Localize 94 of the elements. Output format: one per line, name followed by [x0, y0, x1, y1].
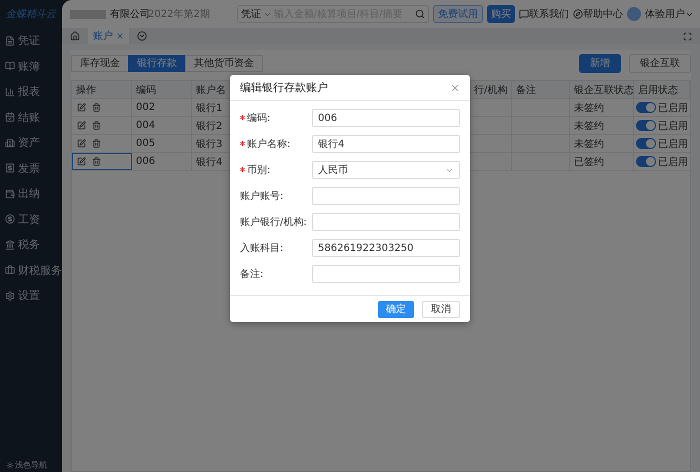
input-field[interactable]: [312, 187, 460, 205]
page-tab[interactable]: 账户: [88, 28, 129, 44]
redacted-block: [70, 10, 106, 18]
input-field[interactable]: 006: [312, 109, 460, 127]
table-cell: 004: [132, 117, 192, 134]
avatar-icon: [627, 7, 641, 21]
bank-link-button[interactable]: 银企互联: [629, 54, 691, 72]
period-label: 2022年第2期: [148, 8, 210, 21]
nav-icon: [5, 36, 15, 46]
sidebar-item[interactable]: 工资: [0, 206, 62, 232]
delete-icon[interactable]: [92, 139, 101, 148]
field-label: 账户银行/机构:: [240, 216, 307, 229]
toggle-switch[interactable]: [636, 102, 656, 113]
field-label: 账户账号:: [240, 190, 284, 203]
table-cell: 未签约: [570, 117, 634, 134]
home-icon[interactable]: [70, 31, 80, 41]
sub-tab[interactable]: 库存现金: [71, 54, 129, 72]
cancel-button[interactable]: 取消: [422, 300, 460, 318]
required-icon: [240, 115, 245, 120]
nav-icon: [5, 214, 15, 224]
switch-label: 已启用: [658, 102, 688, 114]
sidebar-item[interactable]: 结账: [0, 104, 62, 130]
toggle-switch[interactable]: [636, 120, 656, 131]
input-field[interactable]: 586261922303250: [312, 239, 460, 257]
buy-button[interactable]: 购买: [487, 5, 515, 23]
compass-icon: [573, 9, 583, 19]
table-cell: 未签约: [570, 99, 634, 116]
nav-icon: [5, 188, 15, 199]
logo-text: 金蝶精斗云: [5, 8, 58, 22]
input-field[interactable]: [312, 213, 460, 231]
sub-tab[interactable]: 银行存款: [128, 54, 186, 72]
column-header: 编码: [132, 81, 192, 98]
table-cell: 005: [132, 135, 192, 152]
contact-link[interactable]: 联系我们: [529, 7, 569, 21]
theme-toggle[interactable]: 浅色导航: [0, 459, 50, 471]
fullscreen-icon[interactable]: [683, 32, 692, 40]
nav-icon: [5, 163, 15, 174]
search-type-select[interactable]: 凭证: [241, 7, 261, 21]
switch-label: 已启用: [658, 138, 688, 150]
sidebar-item[interactable]: 资产: [0, 130, 62, 156]
toggle-switch[interactable]: [636, 156, 656, 167]
edit-icon[interactable]: [77, 121, 86, 130]
sidebar-item[interactable]: 税务: [0, 232, 62, 258]
nav-icon: [5, 290, 15, 301]
sidebar-item[interactable]: 出纳: [0, 181, 62, 206]
column-header: 银企互联状态: [570, 81, 634, 98]
switch-label: 已启用: [658, 120, 688, 132]
trial-button[interactable]: 免费试用: [433, 5, 483, 23]
input-field[interactable]: 银行4: [312, 135, 460, 153]
sidebar-item[interactable]: 报表: [0, 79, 62, 104]
close-icon[interactable]: [116, 32, 124, 40]
nav-icon: [5, 265, 15, 276]
circle-chevron-icon[interactable]: [137, 31, 147, 41]
sidebar-item[interactable]: 发票: [0, 156, 62, 181]
table-cell: 006: [132, 153, 192, 170]
search-icon[interactable]: [415, 9, 425, 19]
nav-icon: [5, 138, 15, 148]
input-field[interactable]: [312, 265, 460, 283]
field-label: 备注:: [240, 268, 264, 281]
edit-icon[interactable]: [77, 103, 86, 112]
required-icon: [240, 141, 245, 146]
column-header: 操作: [72, 81, 132, 98]
sub-tab[interactable]: 其他货币资金: [185, 54, 263, 72]
column-header: 启用状态: [634, 81, 690, 98]
help-link[interactable]: 帮助中心: [583, 7, 623, 21]
sidebar-item[interactable]: 凭证: [0, 28, 62, 54]
user-menu[interactable]: 体验用户: [645, 7, 685, 21]
delete-icon[interactable]: [92, 103, 101, 112]
table-cell: 已签约: [570, 153, 634, 170]
message-icon: [519, 9, 529, 19]
company-name: 有限公司: [110, 8, 150, 21]
column-header: 备注: [512, 81, 570, 98]
nav-icon: [5, 240, 15, 250]
table-cell: 未签约: [570, 135, 634, 152]
close-icon[interactable]: [450, 82, 460, 92]
nav-icon: [5, 61, 15, 72]
nav-icon: [5, 112, 15, 122]
edit-icon[interactable]: [77, 157, 86, 166]
switch-label: 已启用: [658, 156, 688, 168]
table-cell: 002: [132, 99, 192, 116]
currency-select[interactable]: 人民币: [312, 161, 460, 179]
delete-icon[interactable]: [92, 121, 101, 130]
required-icon: [240, 167, 245, 172]
add-button[interactable]: 新增: [579, 54, 621, 72]
nav-icon: [5, 86, 15, 97]
edit-icon[interactable]: [77, 139, 86, 148]
sun-icon: [6, 461, 14, 469]
field-label: 入账科目:: [240, 242, 284, 255]
delete-icon[interactable]: [92, 157, 101, 166]
sidebar-item[interactable]: 财税服务: [0, 258, 62, 283]
sidebar-item[interactable]: 账簿: [0, 54, 62, 79]
confirm-button[interactable]: 确定: [378, 300, 414, 318]
toggle-switch[interactable]: [636, 138, 656, 149]
sidebar-item[interactable]: 设置: [0, 283, 62, 308]
